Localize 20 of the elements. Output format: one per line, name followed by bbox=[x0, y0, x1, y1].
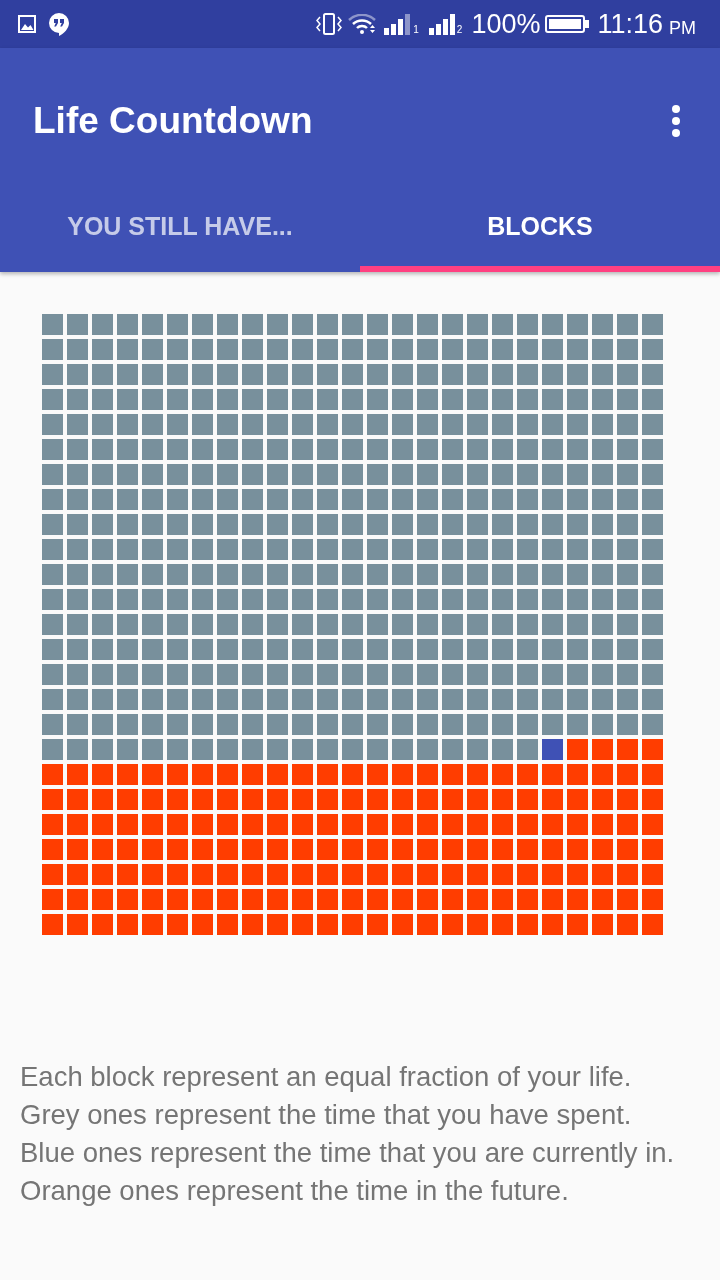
vibrate-icon bbox=[316, 13, 343, 35]
sim-slot-label: 2 bbox=[456, 24, 463, 35]
wifi-icon bbox=[348, 14, 377, 34]
image-icon bbox=[18, 15, 36, 33]
battery-icon bbox=[545, 15, 590, 33]
time-period: PM bbox=[669, 18, 696, 38]
quote-bubble-icon bbox=[49, 12, 69, 36]
legend-text: Each block represent an equal fraction of your life. bbox=[20, 1060, 633, 1094]
more-options-button[interactable] bbox=[672, 105, 680, 137]
clock-time: 11:16 bbox=[597, 8, 663, 40]
tab[interactable]: YOU STILL HAVE... bbox=[0, 180, 360, 272]
legend-text: Orange ones represent the time in the future. bbox=[20, 1174, 570, 1208]
legend-text: Grey ones represent the time that you have spent. bbox=[20, 1098, 633, 1132]
sim-slot-label: 1 bbox=[413, 24, 419, 35]
signal-icon bbox=[428, 13, 455, 35]
legend-text: Blue ones represent the time that you are currently in. bbox=[20, 1136, 676, 1170]
tab[interactable]: BLOCKS bbox=[360, 180, 720, 272]
app-title: Life Countdown bbox=[33, 99, 313, 143]
battery-percentage: 100% bbox=[471, 8, 541, 40]
signal-icon bbox=[384, 13, 412, 35]
